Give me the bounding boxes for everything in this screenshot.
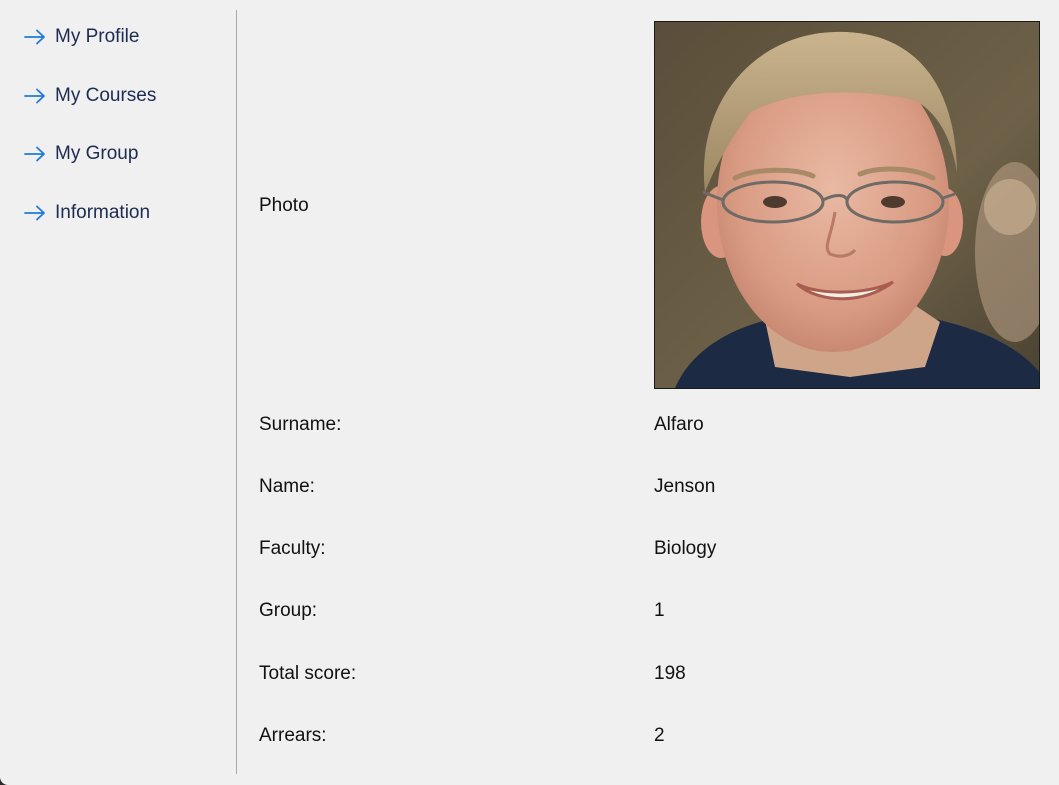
- app-window: My Profile My Courses My Group Informati…: [0, 0, 1059, 785]
- name-value: Jenson: [654, 476, 716, 497]
- profile-photo: [654, 21, 1040, 389]
- sidebar-item-my-group[interactable]: My Group: [24, 139, 138, 169]
- sidebar-item-my-profile[interactable]: My Profile: [24, 22, 139, 52]
- photo-label: Photo: [259, 195, 309, 216]
- total-score-label: Total score:: [259, 663, 357, 684]
- surname-label: Surname:: [259, 414, 342, 435]
- arrears-value: 2: [654, 725, 665, 746]
- sidebar-item-information[interactable]: Information: [24, 198, 150, 228]
- sidebar-item-label: My Courses: [55, 85, 157, 106]
- group-value: 1: [654, 600, 665, 621]
- sidebar-divider: [236, 10, 237, 774]
- total-score-value: 198: [654, 663, 686, 684]
- sidebar-item-label: Information: [55, 202, 151, 223]
- sidebar-nav: My Profile My Courses My Group Informati…: [0, 0, 236, 785]
- arrears-label: Arrears:: [259, 725, 327, 746]
- arrow-right-icon: [24, 146, 46, 162]
- sidebar-item-label: My Group: [55, 143, 139, 164]
- name-label: Name:: [259, 476, 315, 497]
- sidebar-item-my-courses[interactable]: My Courses: [24, 81, 156, 111]
- group-label: Group:: [259, 600, 318, 621]
- arrow-right-icon: [24, 29, 46, 45]
- surname-value: Alfaro: [654, 414, 704, 435]
- faculty-value: Biology: [654, 538, 717, 559]
- arrow-right-icon: [24, 88, 46, 104]
- arrow-right-icon: [24, 205, 46, 221]
- faculty-label: Faculty:: [259, 538, 326, 559]
- sidebar-item-label: My Profile: [55, 26, 140, 47]
